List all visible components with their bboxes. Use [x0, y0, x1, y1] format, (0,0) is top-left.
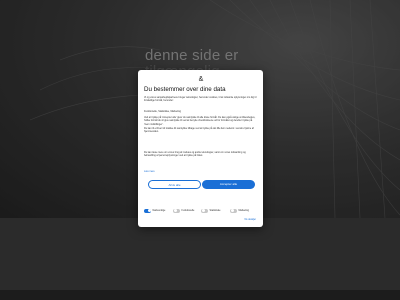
- toggle-necessary[interactable]: Nødvendige: [144, 208, 165, 213]
- read-more-text: Du kan læse mere om vores brug af cookie…: [144, 151, 246, 158]
- toggle-functional[interactable]: Funktionelle: [173, 208, 194, 213]
- dialog-title: Du bestemmer over dine data: [144, 86, 226, 93]
- toggle-label: Marketing: [238, 209, 250, 212]
- purposes-text: Funktionelle, Statistiske, Marketing: [144, 110, 181, 113]
- consent-logo-icon: &: [198, 76, 204, 83]
- toggle-switch[interactable]: [173, 208, 180, 213]
- withdraw-text: Du kan til enhver tid trække dit samtykk…: [144, 127, 254, 134]
- toggle-statistics[interactable]: Statistiske: [201, 208, 220, 213]
- toggle-marketing[interactable]: Marketing: [230, 208, 249, 213]
- read-more-link[interactable]: Læs mere: [144, 170, 155, 173]
- toggle-switch[interactable]: [201, 208, 208, 213]
- accept-all-button[interactable]: Accepter alle: [202, 180, 255, 189]
- intro-text: Vi og vores samarbejdspartnere bruger te…: [144, 96, 257, 103]
- toggle-switch[interactable]: [230, 208, 237, 213]
- toggle-label: Funktionelle: [181, 209, 195, 212]
- consent-toggles: Nødvendige Funktionelle Statistiske Mark…: [144, 208, 257, 214]
- cookie-consent-dialog: & Du bestemmer over dine data Vi og vore…: [138, 70, 263, 227]
- reject-all-button[interactable]: Afvis alle: [148, 180, 201, 189]
- show-details-link[interactable]: Vis detaljer: [244, 218, 256, 221]
- toggle-label: Nødvendige: [152, 209, 166, 212]
- body-text: Ved at trykke på 'Accepter alle' giver d…: [144, 116, 256, 126]
- toggle-label: Statistiske: [209, 209, 221, 212]
- toggle-switch[interactable]: [144, 208, 151, 213]
